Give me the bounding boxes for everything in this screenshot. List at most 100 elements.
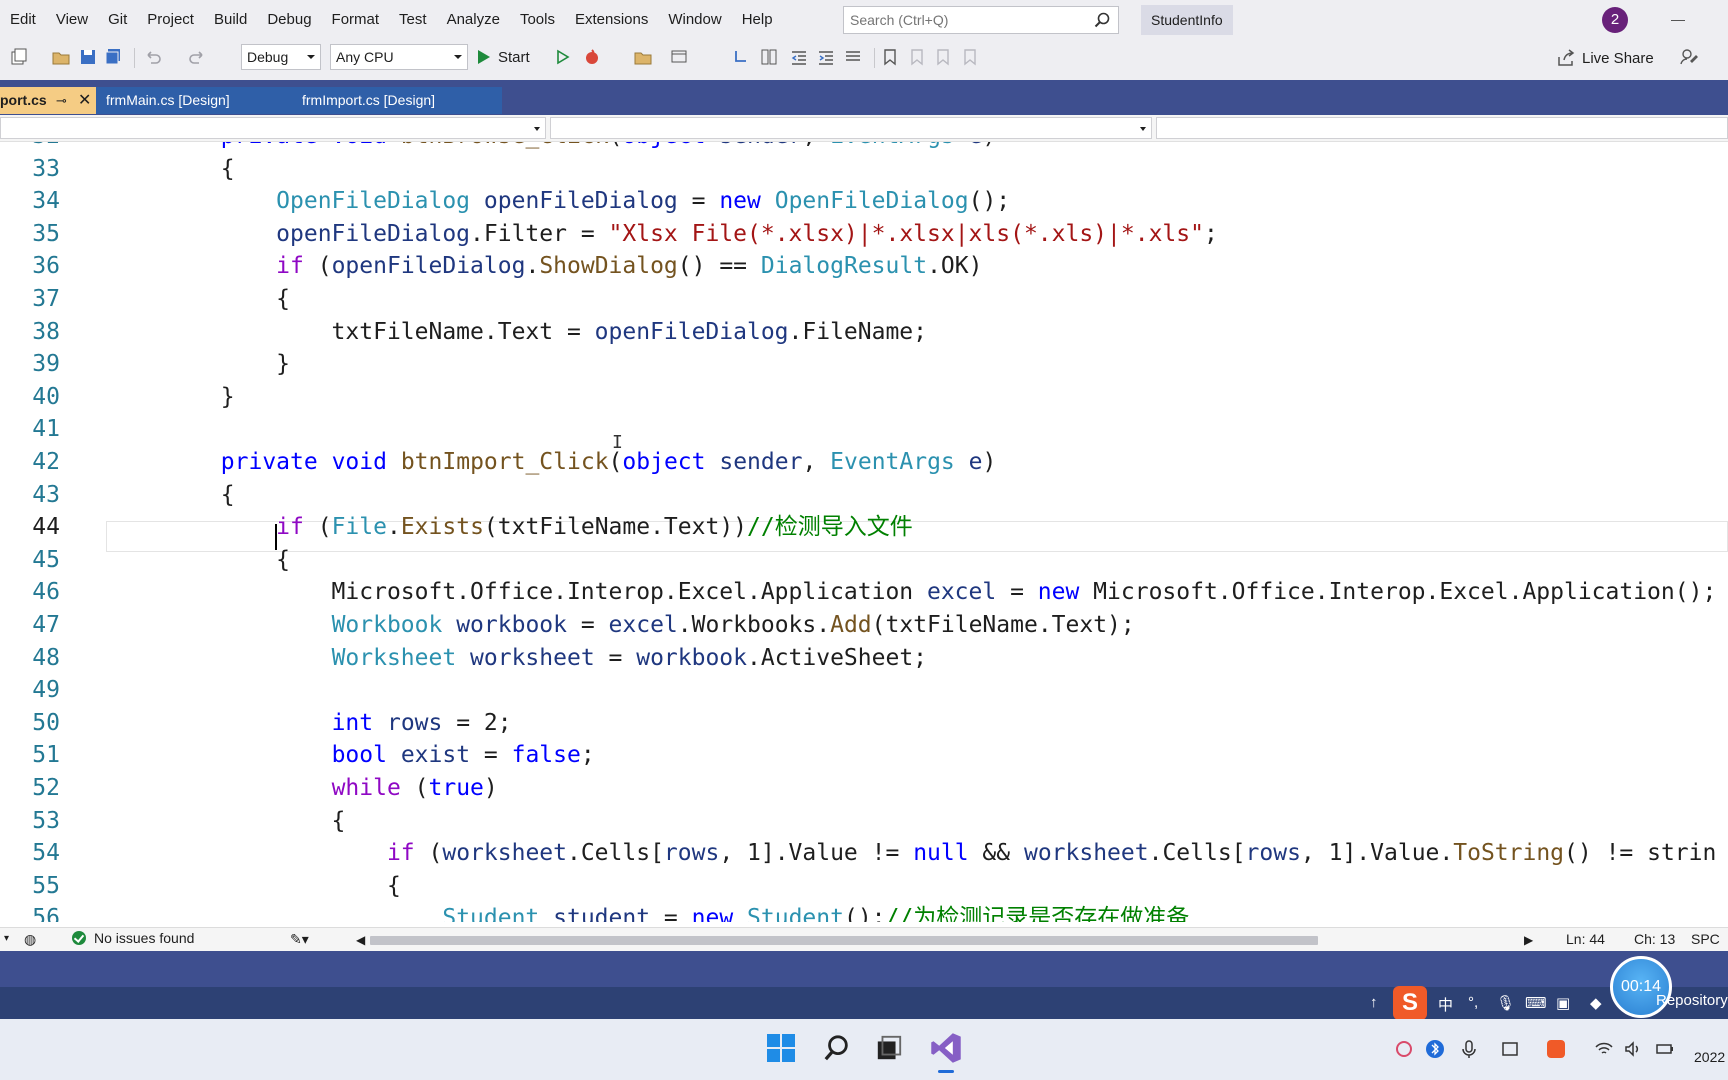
- menu-git[interactable]: Git: [98, 0, 137, 40]
- sogou-tray-icon[interactable]: [1546, 1039, 1566, 1059]
- task-view-icon[interactable]: [871, 1030, 907, 1066]
- code-line[interactable]: 46 Microsoft.Office.Interop.Excel.Applic…: [0, 576, 1728, 609]
- column-indicator[interactable]: Ch: 13: [1634, 931, 1675, 947]
- arrow-up-icon[interactable]: ↑: [1370, 994, 1378, 1014]
- zoom-dropdown-icon[interactable]: ▾: [4, 933, 9, 944]
- horizontal-scrollbar-thumb[interactable]: [370, 936, 1318, 945]
- tab-frmmain-design[interactable]: frmMain.cs [Design]: [96, 87, 296, 114]
- volume-icon[interactable]: [1623, 1039, 1643, 1059]
- add-to-source-control[interactable]: Repository: [1656, 992, 1728, 1009]
- code-line[interactable]: 42 private void btnImport_Click(object s…: [0, 446, 1728, 479]
- menu-help[interactable]: Help: [732, 0, 783, 40]
- solution-name[interactable]: StudentInfo: [1141, 5, 1233, 35]
- scroll-left-icon[interactable]: ◀: [356, 933, 365, 947]
- search-input[interactable]: [850, 12, 1086, 28]
- code-line[interactable]: 38 txtFileName.Text = openFileDialog.Fil…: [0, 316, 1728, 349]
- code-line[interactable]: 43 {: [0, 479, 1728, 512]
- menu-project[interactable]: Project: [137, 0, 204, 40]
- code-line[interactable]: 52 while (true): [0, 772, 1728, 805]
- account-badge[interactable]: 2: [1602, 7, 1628, 33]
- code-line[interactable]: 55 {: [0, 870, 1728, 903]
- code-line[interactable]: 37 {: [0, 283, 1728, 316]
- code-line[interactable]: 54 if (worksheet.Cells[rows, 1].Value !=…: [0, 837, 1728, 870]
- code-line[interactable]: 35 openFileDialog.Filter = "Xlsx File(*.…: [0, 218, 1728, 251]
- hot-reload-icon[interactable]: [581, 46, 603, 68]
- issues-indicator[interactable]: No issues found: [72, 930, 194, 946]
- clear-bookmarks-icon[interactable]: [959, 46, 981, 68]
- code-line[interactable]: 39 }: [0, 348, 1728, 381]
- menu-analyze[interactable]: Analyze: [437, 0, 510, 40]
- solution-platform-select[interactable]: Any CPU: [330, 44, 468, 70]
- code-line[interactable]: 47 Workbook workbook = excel.Workbooks.A…: [0, 609, 1728, 642]
- code-line[interactable]: 40 }: [0, 381, 1728, 414]
- browser-link-icon[interactable]: [668, 46, 690, 68]
- code-line[interactable]: 41: [0, 413, 1728, 446]
- battery-icon[interactable]: [1655, 1039, 1675, 1059]
- undo-icon[interactable]: [142, 46, 164, 68]
- feedback-icon[interactable]: [1678, 46, 1700, 68]
- code-line[interactable]: 45 {: [0, 544, 1728, 577]
- tab-import-cs[interactable]: port.cs ⊸ ✕: [0, 87, 96, 114]
- code-line[interactable]: 56 Student student = new Student();//为检测…: [0, 902, 1728, 922]
- folder-icon[interactable]: [632, 46, 654, 68]
- code-line[interactable]: 49: [0, 674, 1728, 707]
- menu-edit[interactable]: Edit: [0, 0, 46, 40]
- line-indicator[interactable]: Ln: 44: [1566, 931, 1605, 947]
- punctuation-icon[interactable]: °,: [1468, 994, 1478, 1014]
- toolbox-icon[interactable]: ▣: [1556, 994, 1570, 1014]
- outdent-icon[interactable]: [788, 46, 810, 68]
- next-bookmark-icon[interactable]: [932, 46, 954, 68]
- menu-build[interactable]: Build: [204, 0, 257, 40]
- member-dropdown[interactable]: [1156, 117, 1728, 139]
- menu-format[interactable]: Format: [322, 0, 390, 40]
- ime-tray-icon[interactable]: [1500, 1039, 1520, 1059]
- code-line[interactable]: 44 if (File.Exists(txtFileName.Text))//检…: [0, 511, 1728, 544]
- wifi-icon[interactable]: [1594, 1039, 1614, 1059]
- sogou-ime-icon[interactable]: S: [1393, 986, 1427, 1020]
- save-icon[interactable]: [77, 46, 99, 68]
- cleanup-icon[interactable]: ✎▾: [290, 931, 309, 948]
- microphone-icon[interactable]: 🎙: [1496, 994, 1515, 1014]
- menu-window[interactable]: Window: [658, 0, 731, 40]
- redo-icon[interactable]: [186, 46, 208, 68]
- copilot-icon[interactable]: ◍: [24, 931, 36, 948]
- project-dropdown[interactable]: [0, 117, 546, 139]
- code-line[interactable]: 51 bool exist = false;: [0, 739, 1728, 772]
- git-icon[interactable]: ◆: [1590, 994, 1602, 1014]
- menu-test[interactable]: Test: [389, 0, 437, 40]
- open-file-icon[interactable]: [50, 46, 72, 68]
- code-editor[interactable]: 32 private void btnBrowse_Click(object s…: [0, 142, 1728, 922]
- minimize-button[interactable]: [1668, 10, 1688, 30]
- menu-tools[interactable]: Tools: [510, 0, 565, 40]
- code-line[interactable]: 32 private void btnBrowse_Click(object s…: [0, 142, 1728, 153]
- layout-icon[interactable]: [758, 46, 780, 68]
- live-share-button[interactable]: Live Share: [1556, 46, 1654, 70]
- solution-configuration-select[interactable]: Debug: [241, 44, 321, 70]
- microphone-icon[interactable]: [1459, 1039, 1479, 1059]
- start-without-debugging-icon[interactable]: [551, 46, 573, 68]
- visual-studio-icon[interactable]: [928, 1030, 964, 1066]
- save-all-icon[interactable]: [102, 46, 124, 68]
- close-icon[interactable]: ✕: [78, 87, 91, 114]
- keyboard-icon[interactable]: ⌨: [1525, 994, 1547, 1014]
- tab-frmimport-design[interactable]: frmImport.cs [Design]: [296, 87, 502, 114]
- system-clock[interactable]: 2022: [1694, 1049, 1725, 1065]
- scroll-right-icon[interactable]: ▶: [1524, 933, 1533, 947]
- comment-out-icon[interactable]: [842, 46, 864, 68]
- bookmark-icon[interactable]: [879, 46, 901, 68]
- step-into-icon[interactable]: [730, 46, 752, 68]
- menu-extensions[interactable]: Extensions: [565, 0, 658, 40]
- code-line[interactable]: 34 OpenFileDialog openFileDialog = new O…: [0, 185, 1728, 218]
- new-project-icon[interactable]: [8, 46, 30, 68]
- search-icon[interactable]: [819, 1030, 855, 1066]
- type-dropdown[interactable]: [550, 117, 1152, 139]
- menu-debug[interactable]: Debug: [257, 0, 321, 40]
- code-line[interactable]: 53 {: [0, 805, 1728, 838]
- ime-language[interactable]: 中: [1438, 994, 1453, 1014]
- search-box[interactable]: [843, 6, 1119, 34]
- start-debugging-button[interactable]: Start: [478, 44, 530, 70]
- whitespace-mode[interactable]: SPC: [1691, 931, 1720, 947]
- code-line[interactable]: 50 int rows = 2;: [0, 707, 1728, 740]
- copilot-tray-icon[interactable]: [1394, 1039, 1414, 1059]
- indent-icon[interactable]: [815, 46, 837, 68]
